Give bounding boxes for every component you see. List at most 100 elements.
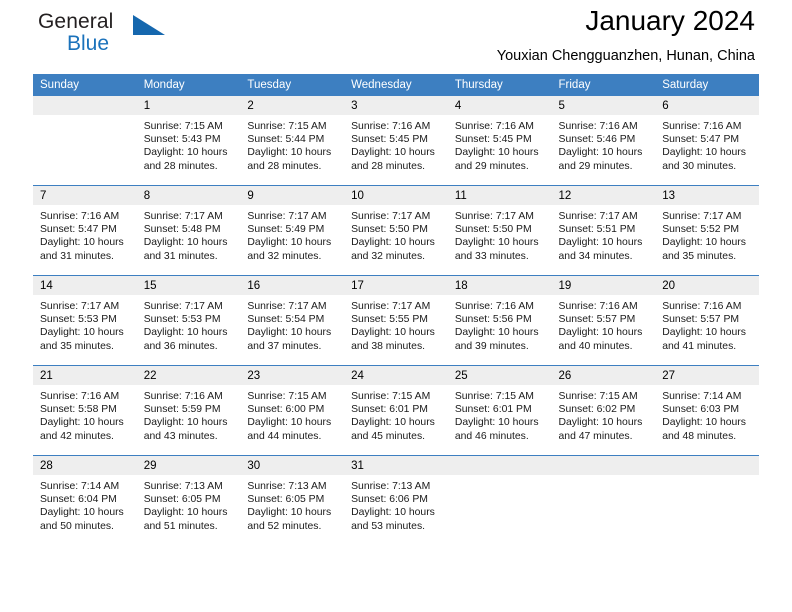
logo-text-general: General — [38, 10, 114, 33]
daylight-text-line1: Daylight: 10 hours — [40, 417, 124, 429]
day-number — [551, 456, 656, 475]
calendar-day[interactable]: 1 Sunrise: 7:15 AM Sunset: 5:43 PM Daylight… — [136, 96, 241, 185]
daylight-text-line2: and 47 minutes. — [558, 430, 633, 442]
weekday-header-row: Sunday Monday Tuesday Wednesday Thursday… — [33, 74, 759, 96]
sunset-text: Sunset: 5:59 PM — [143, 404, 221, 416]
calendar-day[interactable]: 20 Sunrise: 7:16 AM Sunset: 5:57 PM Dayligh… — [655, 276, 759, 365]
calendar-week-row: 14 Sunrise: 7:17 AM Sunset: 5:53 PM Dayligh… — [33, 275, 759, 366]
daylight-text-line1: Daylight: 10 hours — [143, 327, 228, 339]
day-details: Sunrise: 7:13 AM Sunset: 6:05 PM Daylight:… — [137, 475, 241, 533]
day-number: 4 — [447, 96, 552, 115]
calendar-cell: 7 Sunrise: 7:16 AM Sunset: 5:47 PM Daylight… — [33, 185, 137, 276]
calendar-cell: 25 Sunrise: 7:15 AM Sunset: 6:01 PM Dayligh… — [447, 365, 552, 456]
daylight-text-line1: Daylight: 10 hours — [40, 507, 124, 519]
calendar-day[interactable]: 19 Sunrise: 7:16 AM Sunset: 5:57 PM Dayligh… — [551, 276, 656, 365]
page-title: January 2024 — [585, 5, 755, 36]
calendar-day[interactable]: 29 Sunrise: 7:13 AM Sunset: 6:05 PM Dayligh… — [136, 456, 241, 545]
day-number: 27 — [655, 366, 759, 385]
calendar-day-empty — [33, 96, 137, 185]
daylight-text-line1: Daylight: 10 hours — [558, 327, 643, 339]
calendar-body: 1 Sunrise: 7:15 AM Sunset: 5:43 PM Daylight… — [33, 96, 759, 545]
day-number: 9 — [240, 186, 345, 205]
day-details: Sunrise: 7:14 AM Sunset: 6:04 PM Daylight:… — [33, 475, 137, 533]
calendar-cell: 13 Sunrise: 7:17 AM Sunset: 5:52 PM Dayligh… — [655, 185, 759, 276]
daylight-text-line2: and 41 minutes. — [662, 340, 737, 352]
calendar-cell: 10 Sunrise: 7:17 AM Sunset: 5:50 PM Dayligh… — [344, 185, 448, 276]
daylight-text-line2: and 32 minutes. — [247, 250, 322, 262]
calendar-day[interactable]: 2 Sunrise: 7:15 AM Sunset: 5:44 PM Daylight… — [240, 96, 345, 185]
calendar-day[interactable]: 4 Sunrise: 7:16 AM Sunset: 5:45 PM Daylight… — [447, 96, 552, 185]
sunset-text: Sunset: 5:44 PM — [247, 134, 325, 146]
day-number — [33, 96, 137, 115]
daylight-text-line1: Daylight: 10 hours — [662, 237, 746, 249]
calendar-day[interactable]: 13 Sunrise: 7:17 AM Sunset: 5:52 PM Dayligh… — [655, 186, 759, 275]
sunset-text: Sunset: 6:00 PM — [247, 404, 325, 416]
calendar-day[interactable]: 10 Sunrise: 7:17 AM Sunset: 5:50 PM Dayligh… — [344, 186, 448, 275]
day-details: Sunrise: 7:16 AM Sunset: 5:46 PM Daylight:… — [552, 115, 656, 173]
daylight-text-line2: and 53 minutes. — [351, 520, 426, 532]
day-number — [655, 456, 759, 475]
daylight-text-line1: Daylight: 10 hours — [247, 237, 332, 249]
sunset-text: Sunset: 5:47 PM — [662, 134, 740, 146]
daylight-text-line1: Daylight: 10 hours — [662, 147, 746, 159]
calendar-cell: 26 Sunrise: 7:15 AM Sunset: 6:02 PM Dayligh… — [551, 365, 656, 456]
calendar-cell: 5 Sunrise: 7:16 AM Sunset: 5:46 PM Daylight… — [551, 96, 656, 186]
calendar-day[interactable]: 3 Sunrise: 7:16 AM Sunset: 5:45 PM Daylight… — [344, 96, 448, 185]
calendar-day[interactable]: 31 Sunrise: 7:13 AM Sunset: 6:06 PM Dayligh… — [344, 456, 448, 545]
sunrise-text: Sunrise: 7:17 AM — [351, 301, 431, 312]
daylight-text-line2: and 44 minutes. — [247, 430, 322, 442]
daylight-text-line2: and 43 minutes. — [143, 430, 218, 442]
calendar-day[interactable]: 21 Sunrise: 7:16 AM Sunset: 5:58 PM Dayligh… — [33, 366, 137, 455]
calendar-week-row: 1 Sunrise: 7:15 AM Sunset: 5:43 PM Daylight… — [33, 96, 759, 186]
daylight-text-line1: Daylight: 10 hours — [247, 417, 332, 429]
daylight-text-line1: Daylight: 10 hours — [143, 237, 228, 249]
calendar-cell: 16 Sunrise: 7:17 AM Sunset: 5:54 PM Dayligh… — [240, 275, 345, 366]
daylight-text-line2: and 52 minutes. — [247, 520, 322, 532]
calendar-day[interactable]: 26 Sunrise: 7:15 AM Sunset: 6:02 PM Dayligh… — [551, 366, 656, 455]
sunset-text: Sunset: 5:48 PM — [143, 224, 221, 236]
calendar-day[interactable]: 15 Sunrise: 7:17 AM Sunset: 5:53 PM Dayligh… — [136, 276, 241, 365]
calendar-day[interactable]: 23 Sunrise: 7:15 AM Sunset: 6:00 PM Dayligh… — [240, 366, 345, 455]
general-blue-logo[interactable]: General Blue — [38, 10, 258, 66]
calendar-day[interactable]: 8 Sunrise: 7:17 AM Sunset: 5:48 PM Daylight… — [136, 186, 241, 275]
calendar-day[interactable]: 5 Sunrise: 7:16 AM Sunset: 5:46 PM Daylight… — [551, 96, 656, 185]
calendar-day[interactable]: 24 Sunrise: 7:15 AM Sunset: 6:01 PM Dayligh… — [344, 366, 448, 455]
calendar-day[interactable]: 11 Sunrise: 7:17 AM Sunset: 5:50 PM Dayligh… — [447, 186, 552, 275]
calendar-week-row: 21 Sunrise: 7:16 AM Sunset: 5:58 PM Dayligh… — [33, 365, 759, 456]
day-number: 21 — [33, 366, 137, 385]
daylight-text-line2: and 46 minutes. — [454, 430, 529, 442]
sunset-text: Sunset: 6:01 PM — [454, 404, 532, 416]
calendar-day[interactable]: 22 Sunrise: 7:16 AM Sunset: 5:59 PM Dayligh… — [136, 366, 241, 455]
calendar-day[interactable]: 18 Sunrise: 7:16 AM Sunset: 5:56 PM Dayligh… — [447, 276, 552, 365]
calendar-cell: 6 Sunrise: 7:16 AM Sunset: 5:47 PM Daylight… — [655, 96, 759, 186]
calendar-day-empty — [655, 456, 759, 545]
weekday-header-friday: Friday — [551, 74, 656, 96]
calendar-day[interactable]: 25 Sunrise: 7:15 AM Sunset: 6:01 PM Dayligh… — [447, 366, 552, 455]
calendar-day[interactable]: 16 Sunrise: 7:17 AM Sunset: 5:54 PM Dayligh… — [240, 276, 345, 365]
day-number: 15 — [136, 276, 241, 295]
daylight-text-line2: and 50 minutes. — [40, 520, 114, 532]
day-number: 16 — [240, 276, 345, 295]
day-number: 6 — [655, 96, 759, 115]
calendar-day[interactable]: 12 Sunrise: 7:17 AM Sunset: 5:51 PM Dayligh… — [551, 186, 656, 275]
calendar-day[interactable]: 14 Sunrise: 7:17 AM Sunset: 5:53 PM Dayligh… — [33, 276, 137, 365]
day-number: 2 — [240, 96, 345, 115]
calendar-day[interactable]: 27 Sunrise: 7:14 AM Sunset: 6:03 PM Dayligh… — [655, 366, 759, 455]
sunset-text: Sunset: 5:46 PM — [558, 134, 636, 146]
calendar-day[interactable]: 9 Sunrise: 7:17 AM Sunset: 5:49 PM Daylight… — [240, 186, 345, 275]
calendar-day[interactable]: 17 Sunrise: 7:17 AM Sunset: 5:55 PM Dayligh… — [344, 276, 448, 365]
sunset-text: Sunset: 5:57 PM — [662, 314, 740, 326]
calendar-cell — [33, 96, 137, 186]
calendar-day[interactable]: 30 Sunrise: 7:13 AM Sunset: 6:05 PM Dayligh… — [240, 456, 345, 545]
sunrise-text: Sunrise: 7:16 AM — [143, 391, 223, 402]
calendar-cell: 24 Sunrise: 7:15 AM Sunset: 6:01 PM Dayligh… — [344, 365, 448, 456]
sunrise-text: Sunrise: 7:17 AM — [143, 301, 223, 312]
calendar-day[interactable]: 28 Sunrise: 7:14 AM Sunset: 6:04 PM Dayligh… — [33, 456, 137, 545]
day-number: 17 — [344, 276, 448, 295]
daylight-text-line1: Daylight: 10 hours — [454, 237, 539, 249]
sunset-text: Sunset: 6:03 PM — [662, 404, 740, 416]
calendar-day[interactable]: 7 Sunrise: 7:16 AM Sunset: 5:47 PM Daylight… — [33, 186, 137, 275]
day-details: Sunrise: 7:15 AM Sunset: 5:44 PM Daylight:… — [240, 115, 344, 173]
day-details: Sunrise: 7:15 AM Sunset: 6:01 PM Daylight:… — [344, 385, 448, 443]
calendar-day[interactable]: 6 Sunrise: 7:16 AM Sunset: 5:47 PM Daylight… — [655, 96, 759, 185]
